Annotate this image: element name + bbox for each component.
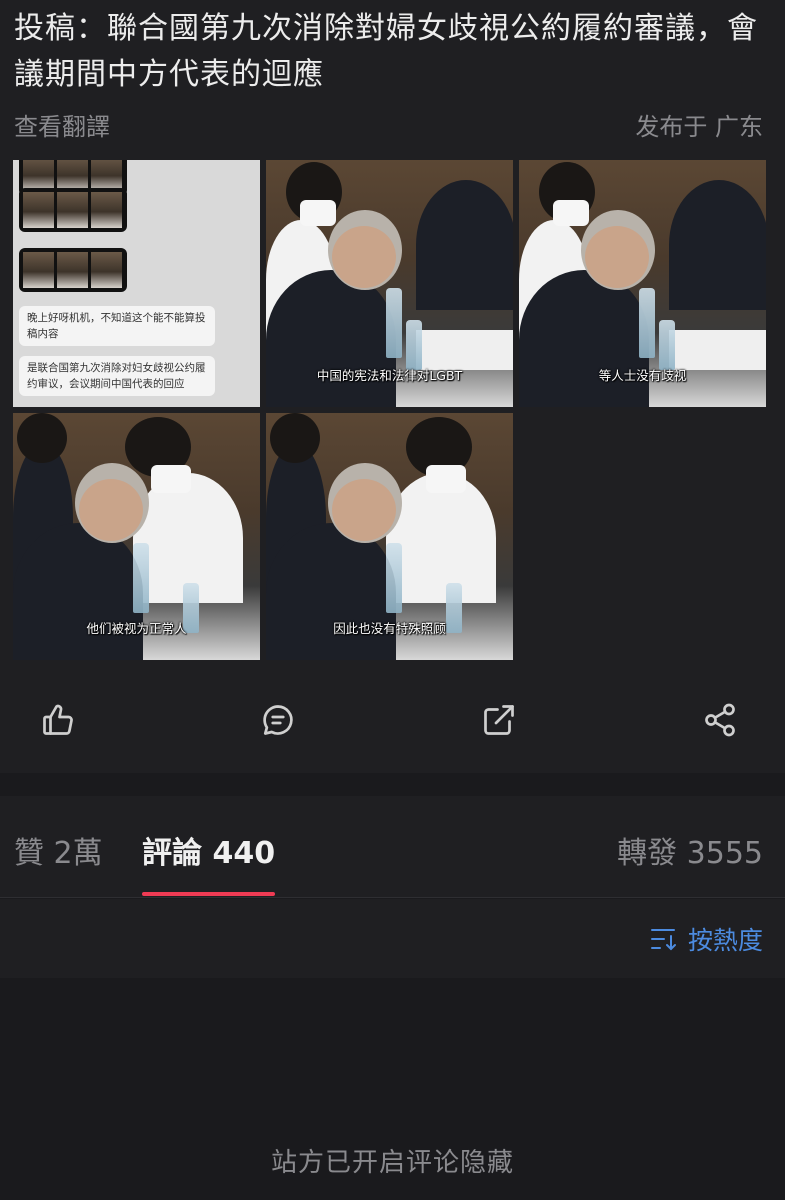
thumbs-up-icon <box>43 704 73 735</box>
tab-comments[interactable]: 評論 440 <box>142 828 275 872</box>
like-button[interactable] <box>38 700 78 740</box>
image-meeting-1[interactable]: 中国的宪法和法律对LGBT <box>266 160 513 407</box>
chat-thumb-image <box>19 248 127 292</box>
image-grid: 晚上好呀机机，不知道这个能不能算投稿内容 是联合国第九次消除对妇女歧视公约履约审… <box>13 160 766 660</box>
post-meta: 查看翻譯 发布于 广东 <box>14 106 763 142</box>
comments-hidden-notice: 站方已开启评论隐藏 <box>270 1148 514 1178</box>
video-subtitle: 他们被视为正常人 <box>86 621 187 636</box>
comment-button[interactable] <box>258 700 298 740</box>
sort-by-popularity-button[interactable]: 按熱度 <box>650 921 763 957</box>
image-chat-screenshot[interactable]: 晚上好呀机机，不知道这个能不能算投稿内容 是联合国第九次消除对妇女歧视公约履约审… <box>13 160 260 407</box>
share-button[interactable] <box>700 700 740 740</box>
external-link-icon <box>484 705 514 735</box>
image-meeting-2[interactable]: 等人士没有歧视 <box>519 160 766 407</box>
publish-location: 发布于 广东 <box>635 112 763 141</box>
sort-icon <box>650 929 676 951</box>
video-subtitle: 因此也没有特殊照顾 <box>333 621 446 636</box>
image-meeting-4[interactable]: 因此也没有特殊照顾 <box>266 413 513 660</box>
video-subtitle: 中国的宪法和法律对LGBT <box>316 368 463 383</box>
action-bar <box>0 690 785 750</box>
image-meeting-3[interactable]: 他们被视为正常人 <box>13 413 260 660</box>
tab-likes[interactable]: 贊 2萬 <box>14 828 103 872</box>
share-icon <box>705 703 735 737</box>
repost-button[interactable] <box>479 700 519 740</box>
translate-link[interactable]: 查看翻譯 <box>14 107 110 142</box>
stats-tabs: 贊 2萬 評論 440 轉發 3555 <box>0 796 785 898</box>
active-tab-indicator <box>142 892 275 896</box>
video-subtitle: 等人士没有歧视 <box>598 368 687 383</box>
chat-message: 晚上好呀机机，不知道这个能不能算投稿内容 <box>19 306 215 346</box>
sort-bar: 按熱度 <box>0 899 785 978</box>
post-title: 投稿：聯合國第九次消除對婦女歧視公約履約審議，會議期間中方代表的迴應 <box>14 11 758 92</box>
tab-reposts[interactable]: 轉發 3555 <box>617 828 763 872</box>
chat-thumb-image <box>19 188 127 232</box>
sort-label: 按熱度 <box>687 926 763 955</box>
post-card: 投稿：聯合國第九次消除對婦女歧視公約履約審議，會議期間中方代表的迴應 查看翻譯 … <box>0 0 785 773</box>
chat-message: 是联合国第九次消除对妇女歧视公约履约审议，会议期间中国代表的回应 <box>19 356 215 396</box>
comment-icon <box>263 705 293 735</box>
